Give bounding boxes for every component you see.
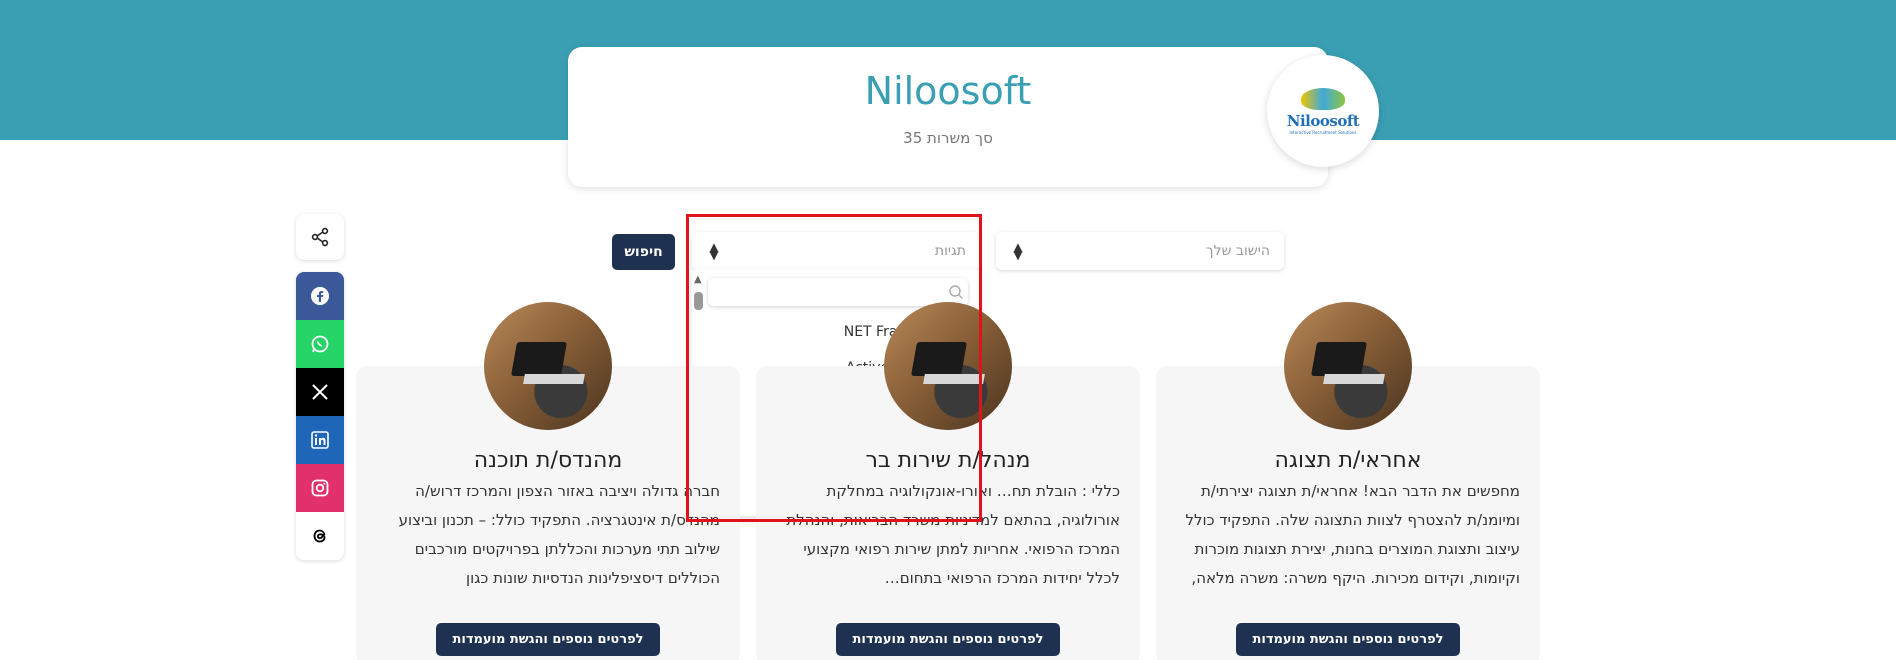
share-icon xyxy=(311,227,329,247)
whatsapp-icon xyxy=(311,335,329,353)
instagram-button[interactable] xyxy=(296,464,344,512)
job-title[interactable]: מהנדס/ת תוכנה xyxy=(356,448,740,473)
laptop-base xyxy=(1323,374,1385,384)
apply-button[interactable]: לפרטים נוספים והגשת מועמדות xyxy=(436,623,660,656)
laptop-icon xyxy=(1311,342,1367,376)
facebook-button[interactable] xyxy=(296,272,344,320)
x-icon xyxy=(312,384,328,400)
job-image xyxy=(484,302,612,430)
job-title[interactable]: אחראי/ת תצוגה xyxy=(1156,448,1540,473)
threads-icon xyxy=(313,529,326,543)
job-image xyxy=(1284,302,1412,430)
company-logo: Niloosoft Interactive Recruitment Soluti… xyxy=(1267,55,1379,167)
threads-button[interactable] xyxy=(296,512,344,560)
company-name: Niloosoft xyxy=(864,69,1032,113)
logo-text: Niloosoft xyxy=(1286,111,1360,130)
linkedin-button[interactable] xyxy=(296,416,344,464)
apply-button[interactable]: לפרטים נוספים והגשת מועמדות xyxy=(836,623,1060,656)
search-button[interactable]: חיפוש xyxy=(612,234,675,270)
share-button[interactable] xyxy=(296,214,344,260)
whatsapp-button[interactable] xyxy=(296,320,344,368)
logo-swirl-icon xyxy=(1301,87,1345,110)
company-header-card: Niloosoft סך משרות 35 xyxy=(568,47,1328,187)
apply-button[interactable]: לפרטים נוספים והגשת מועמדות xyxy=(1236,623,1460,656)
city-select-placeholder: הישוב שלך xyxy=(1206,243,1270,259)
x-button[interactable] xyxy=(296,368,344,416)
select-arrows-icon: ▲ ▼ xyxy=(1013,240,1023,262)
instagram-icon xyxy=(311,479,329,497)
job-description: מחפשים את הדבר הבא! אחראי/ת תצוגה יצירתי… xyxy=(1185,482,1520,599)
laptop-base xyxy=(523,374,585,384)
jobs-count: סך משרות 35 xyxy=(903,129,993,147)
share-widget xyxy=(296,214,344,260)
logo-tagline: Interactive Recruitment Solutions xyxy=(1289,129,1357,135)
job-description: חברה גדולה ויציבה באזור הצפון והמרכז דרו… xyxy=(398,482,720,599)
city-select[interactable]: הישוב שלך ▲ ▼ xyxy=(996,232,1284,270)
social-links xyxy=(296,272,344,560)
laptop-icon xyxy=(511,342,567,376)
linkedin-icon xyxy=(311,431,329,449)
highlight-box xyxy=(686,214,982,522)
facebook-icon xyxy=(311,287,329,305)
